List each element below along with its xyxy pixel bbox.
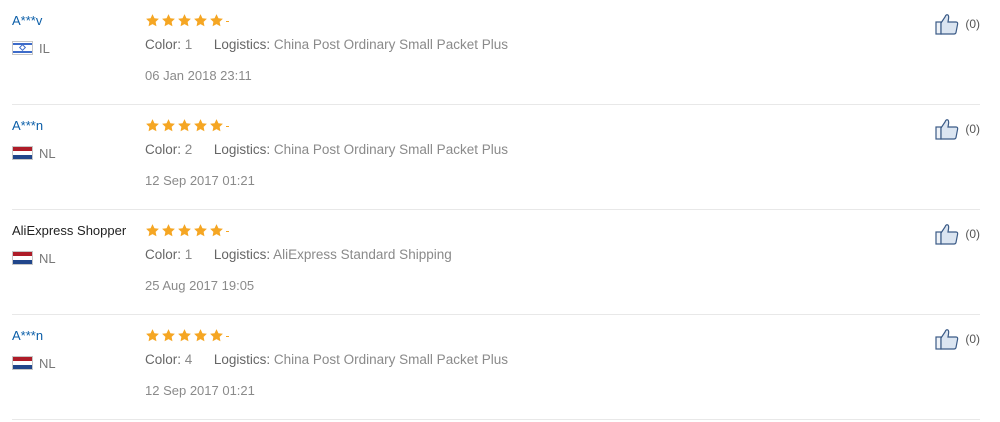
review-list: A***v IL Color: 1 Logistics: China Post …	[0, 0, 1000, 422]
star-icon	[194, 223, 207, 236]
helpful-count: (0)	[965, 122, 980, 136]
reviewer-name-link[interactable]: A***v	[12, 13, 42, 29]
thumbs-up-icon	[935, 224, 959, 245]
rating-stars	[145, 326, 229, 344]
star-icon	[210, 223, 223, 236]
color-label: Color:	[145, 352, 182, 367]
star-icon	[162, 328, 175, 341]
star-icon	[146, 13, 159, 26]
reviewer-name-link[interactable]: A***n	[12, 328, 43, 344]
review-date: 12 Sep 2017 01:21	[145, 173, 255, 188]
logistics-value: AliExpress Standard Shipping	[273, 247, 452, 262]
color-value: 1	[184, 37, 193, 52]
logistics-value: China Post Ordinary Small Packet Plus	[273, 352, 508, 367]
color-value: 4	[184, 352, 193, 367]
star-icon	[210, 328, 223, 341]
thumbs-up-icon	[935, 119, 959, 140]
color-value: 2	[184, 142, 193, 157]
thumbs-up-icon	[935, 329, 959, 350]
logistics-label: Logistics:	[213, 352, 271, 367]
helpful-count: (0)	[965, 227, 980, 241]
review-date: 25 Aug 2017 19:05	[145, 278, 255, 293]
rating-stars	[145, 221, 229, 239]
reviewer-country: NL	[12, 355, 56, 371]
reviewer-name: AliExpress Shopper	[12, 223, 127, 238]
helpful-button[interactable]: (0)	[935, 13, 980, 35]
star-divider	[226, 336, 229, 337]
logistics-label: Logistics:	[213, 142, 271, 157]
star-icon	[194, 13, 207, 26]
helpful-count: (0)	[965, 332, 980, 346]
il-flag-icon	[12, 41, 33, 55]
star-icon	[162, 118, 175, 131]
review-item: A***n NL Color: 4 Logistics: China Post …	[12, 315, 980, 420]
country-code: IL	[39, 40, 50, 56]
star-icon	[210, 118, 223, 131]
review-date: 06 Jan 2018 23:11	[145, 68, 252, 83]
nl-flag-icon	[12, 251, 33, 265]
star-icon	[146, 223, 159, 236]
logistics-label: Logistics:	[213, 247, 271, 262]
reviewer-country: IL	[12, 40, 50, 56]
logistics-value: China Post Ordinary Small Packet Plus	[273, 37, 508, 52]
review-item: A***n NL Color: 2 Logistics: China Post …	[12, 105, 980, 210]
color-label: Color:	[145, 142, 182, 157]
star-icon	[146, 118, 159, 131]
star-icon	[194, 118, 207, 131]
country-code: NL	[39, 355, 56, 371]
star-icon	[146, 328, 159, 341]
helpful-button[interactable]: (0)	[935, 328, 980, 350]
star-icon	[162, 223, 175, 236]
star-icon	[178, 13, 191, 26]
reviewer-name-link[interactable]: A***n	[12, 118, 43, 134]
review-date: 12 Sep 2017 01:21	[145, 383, 255, 398]
review-attributes: Color: 1 Logistics: AliExpress Standard …	[145, 247, 452, 263]
review-attributes: Color: 4 Logistics: China Post Ordinary …	[145, 352, 508, 368]
country-code: NL	[39, 250, 56, 266]
rating-stars	[145, 11, 229, 29]
review-attributes: Color: 2 Logistics: China Post Ordinary …	[145, 142, 508, 158]
review-attributes: Color: 1 Logistics: China Post Ordinary …	[145, 37, 508, 53]
nl-flag-icon	[12, 356, 33, 370]
review-item: AliExpress Shopper NL Color: 1 Logistics…	[12, 210, 980, 315]
star-divider	[226, 126, 229, 127]
reviewer-country: NL	[12, 250, 56, 266]
review-item: A***v IL Color: 1 Logistics: China Post …	[12, 0, 980, 105]
star-icon	[178, 118, 191, 131]
color-value: 1	[184, 247, 193, 262]
star-icon	[178, 328, 191, 341]
color-label: Color:	[145, 37, 182, 52]
star-divider	[226, 21, 229, 22]
country-code: NL	[39, 145, 56, 161]
star-icon	[162, 13, 175, 26]
helpful-count: (0)	[965, 17, 980, 31]
logistics-label: Logistics:	[213, 37, 271, 52]
thumbs-up-icon	[935, 14, 959, 35]
rating-stars	[145, 116, 229, 134]
star-icon	[178, 223, 191, 236]
logistics-value: China Post Ordinary Small Packet Plus	[273, 142, 508, 157]
helpful-button[interactable]: (0)	[935, 223, 980, 245]
helpful-button[interactable]: (0)	[935, 118, 980, 140]
star-icon	[194, 328, 207, 341]
reviewer-country: NL	[12, 145, 56, 161]
color-label: Color:	[145, 247, 182, 262]
star-divider	[226, 231, 229, 232]
nl-flag-icon	[12, 146, 33, 160]
star-icon	[210, 13, 223, 26]
